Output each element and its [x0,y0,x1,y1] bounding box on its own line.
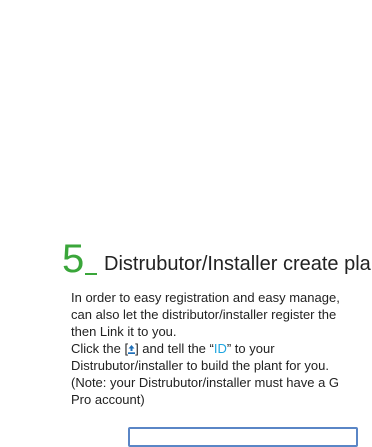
step-number: 5 [62,238,85,280]
step-number-underline [85,273,97,275]
step-heading: 5 Distrubutor/Installer create pla [62,238,372,280]
click-text: Click the [ [71,341,129,356]
paragraph-line: Distrubutor/installer to build the plant… [71,358,329,373]
paragraph-line-click: Click the [ ] and tell the “ID” to your [71,340,372,357]
paragraph-line: In order to easy registration and easy m… [71,290,340,305]
paragraph-line: Pro account) [71,392,145,407]
step-title: Distrubutor/Installer create pla [104,253,371,275]
paragraph-line: (Note: your Distrubutor/installer must h… [71,375,340,390]
app-screenshot-frame [128,427,358,447]
id-highlight: ID [213,341,227,356]
paragraph-line: can also let the distributor/installer r… [71,307,337,322]
tell-text: ] and tell the “ [135,341,214,356]
to-your-text: ” to your [226,341,275,356]
instruction-paragraph: In order to easy registration and easy m… [71,289,372,408]
paragraph-line: then Link it to you. [71,324,177,339]
